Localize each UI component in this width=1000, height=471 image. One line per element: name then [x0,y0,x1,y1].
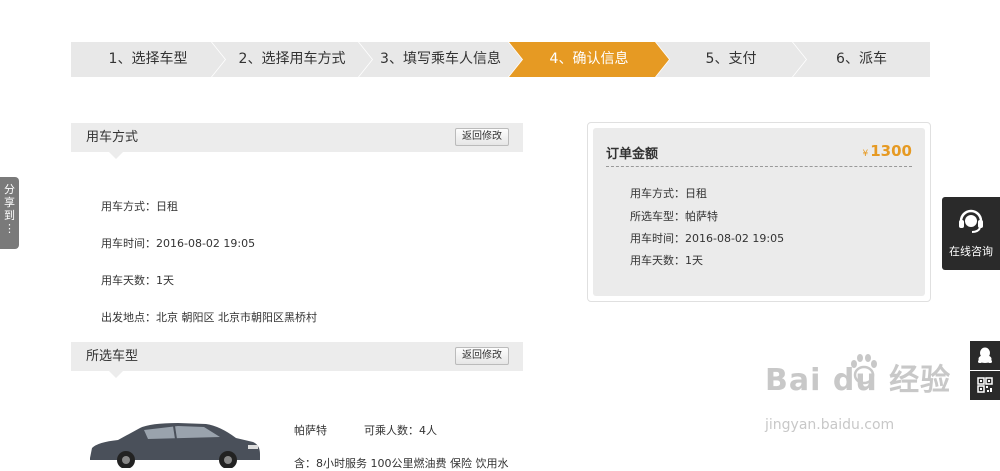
usage-section-header: 用车方式 返回修改 [71,123,523,159]
step-fill-passenger: 3、填写乘车人信息 [359,42,522,77]
car-back-button[interactable]: 返回修改 [455,347,509,365]
departure-line: 出发地点：北京 朝阳区 北京市朝阳区黑桥村 [101,311,317,324]
step-dispatch: 6、派车 [793,42,930,77]
headset-icon [959,209,983,233]
order-days-line: 用车天数：1天 [630,254,703,267]
share-char: 享 [4,196,15,209]
usage-type-line: 用车方式：日租 [101,200,178,213]
step-confirm-info: 4、确认信息 [509,42,669,77]
share-more-icon: ⋮ [4,222,15,235]
car-seats: 可乘人数：4人 [364,424,437,437]
progress-steps: 1、选择车型 2、选择用车方式 3、填写乘车人信息 4、确认信息 5、支付 6、… [71,42,930,77]
step-select-car: 1、选择车型 [71,42,225,77]
usage-time-line: 用车时间：2016-08-02 19:05 [101,237,256,250]
step-payment: 5、支付 [656,42,806,77]
order-summary-inner: 订单金额 ¥1300 用车方式：日租 所选车型：帕萨特 用车时间：2016-08… [593,128,925,296]
order-time-line: 用车时间：2016-08-02 19:05 [630,232,785,245]
header-notch [109,371,123,378]
amount-value: 1300 [870,142,912,160]
currency-symbol: ¥ [862,149,869,159]
header-notch [109,152,123,159]
order-usage-line: 用车方式：日租 [630,187,707,200]
usage-section-title: 用车方式 [86,130,139,145]
share-char: 分 [4,183,15,196]
step-select-usage: 2、选择用车方式 [212,42,372,77]
watermark-url: jingyan.baidu.com [765,417,895,433]
order-amount: ¥1300 [863,142,912,160]
share-tab[interactable]: 分 享 到 ⋮ [0,177,19,249]
usage-days-line: 用车天数：1天 [101,274,174,287]
share-char: 到 [4,209,15,222]
order-summary: 订单金额 ¥1300 用车方式：日租 所选车型：帕萨特 用车时间：2016-08… [587,122,931,302]
dashed-divider [606,166,912,167]
usage-back-button[interactable]: 返回修改 [455,128,509,146]
consult-label: 在线咨询 [949,245,993,258]
paw-icon [851,354,877,385]
car-section-header: 所选车型 返回修改 [71,342,523,378]
baidu-watermark: Bai du 经验 jingyan.baidu.com [765,354,1000,445]
car-name: 帕萨特 [294,424,327,437]
order-car-line: 所选车型：帕萨特 [630,210,718,223]
car-services: 含：8小时服务 100公里燃油费 保险 饮用水 [294,457,509,470]
order-title: 订单金额 [606,147,659,162]
online-consult-button[interactable]: 在线咨询 [942,197,1000,270]
car-section-title: 所选车型 [86,349,139,364]
